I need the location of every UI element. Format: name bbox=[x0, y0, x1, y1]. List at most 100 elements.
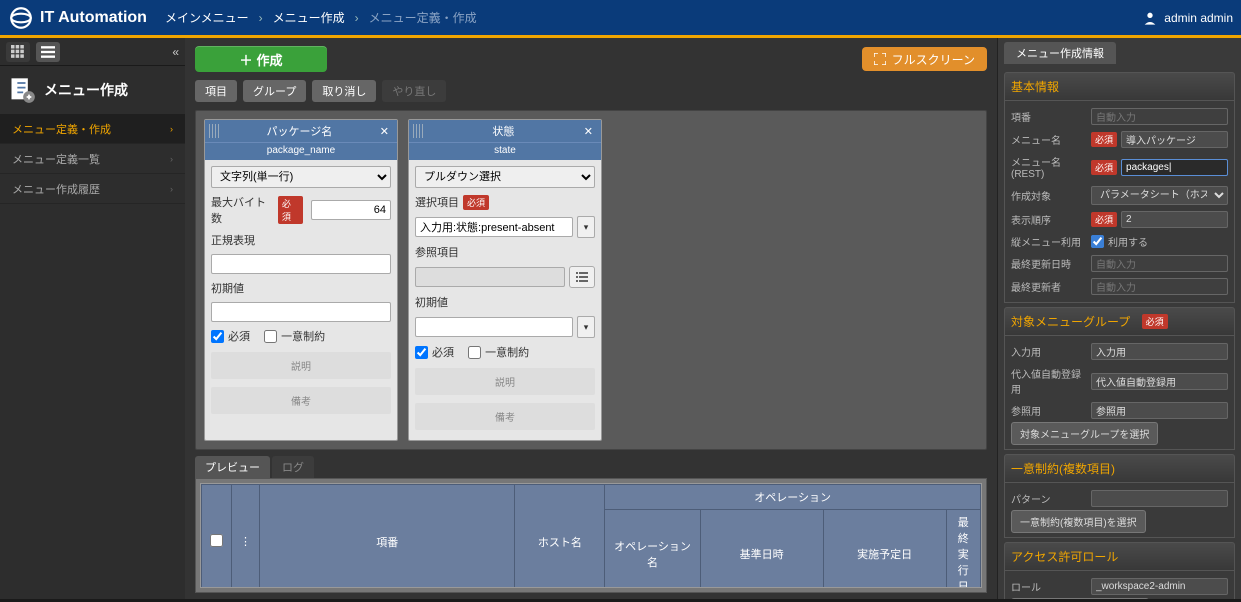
chevron-down-icon[interactable]: ▾ bbox=[577, 216, 595, 238]
undo-button[interactable]: 取り消し bbox=[312, 80, 376, 102]
section-role: アクセス許可ロール bbox=[1004, 542, 1235, 571]
vertical-checkbox[interactable] bbox=[1091, 235, 1104, 248]
col-group-operation: オペレーション bbox=[605, 485, 981, 510]
row-no-field bbox=[1091, 108, 1228, 125]
initial-label: 初期値 bbox=[415, 297, 448, 309]
list-icon bbox=[576, 271, 588, 283]
card-body: 文字列(単一行) 最大バイト数 必須 正規表現 初期値 必須 bbox=[205, 160, 397, 420]
logo: IT Automation bbox=[8, 5, 147, 31]
section-unique: 一意制約(複数項目) bbox=[1004, 454, 1235, 483]
initial-input[interactable] bbox=[211, 302, 391, 322]
right-tab[interactable]: メニュー作成情報 bbox=[1004, 42, 1116, 64]
select-item-label: 選択項目 bbox=[415, 194, 459, 210]
header-user[interactable]: admin admin bbox=[1142, 10, 1233, 26]
remarks-placeholder[interactable]: 備考 bbox=[211, 387, 391, 414]
close-icon[interactable]: ✕ bbox=[376, 125, 393, 138]
required-tag: 必須 bbox=[278, 196, 303, 224]
initial-input[interactable] bbox=[415, 317, 573, 337]
menu-name-field[interactable] bbox=[1121, 131, 1228, 148]
ref-item-input[interactable] bbox=[415, 267, 565, 287]
section-target-group: 対象メニューグループ 必須 bbox=[1004, 307, 1235, 336]
card-header[interactable]: パッケージ名 ✕ bbox=[205, 120, 397, 142]
regex-input[interactable] bbox=[211, 254, 391, 274]
group-input-field[interactable] bbox=[1091, 343, 1228, 360]
add-group-button[interactable]: グループ bbox=[243, 80, 306, 102]
view-grid-button[interactable] bbox=[6, 42, 30, 62]
role-field[interactable] bbox=[1091, 578, 1228, 595]
redo-button: やり直し bbox=[382, 80, 446, 102]
grid-icon bbox=[11, 45, 25, 59]
description-placeholder[interactable]: 説明 bbox=[415, 368, 595, 395]
document-icon bbox=[8, 76, 36, 104]
logo-icon bbox=[8, 5, 34, 31]
row-menu-header: ⋮ bbox=[232, 485, 260, 589]
view-list-button[interactable] bbox=[36, 42, 60, 62]
select-item-input[interactable] bbox=[415, 217, 573, 237]
menu-rest-field[interactable] bbox=[1121, 159, 1228, 176]
regex-label: 正規表現 bbox=[211, 235, 255, 247]
updater-field bbox=[1091, 278, 1228, 295]
sidebar-item-menu-history[interactable]: メニュー作成履歴› bbox=[0, 174, 185, 204]
col-base-date: 基準日時 bbox=[700, 510, 823, 589]
card-key: state bbox=[409, 142, 601, 160]
type-select[interactable]: 文字列(単一行) bbox=[211, 166, 391, 188]
card-key: package_name bbox=[205, 142, 397, 160]
order-field[interactable] bbox=[1121, 211, 1228, 228]
col-exec-date: 実施予定日 bbox=[823, 510, 946, 589]
form-card-state: 状態 ✕ state プルダウン選択 選択項目 必須 ▾ 参照項目 bbox=[408, 119, 602, 441]
select-unique-button[interactable]: 一意制約(複数項目)を選択 bbox=[1011, 510, 1146, 533]
select-role-button[interactable]: アクセス許可ロールを選択 bbox=[1011, 598, 1149, 599]
required-checkbox[interactable] bbox=[211, 330, 224, 343]
fullscreen-button[interactable]: フルスクリーン bbox=[862, 47, 987, 71]
right-panel: メニュー作成情報 基本情報 項番 メニュー名必須 メニュー名(REST)必須 作… bbox=[997, 38, 1241, 599]
collapse-sidebar-button[interactable]: « bbox=[172, 45, 179, 59]
max-bytes-input[interactable] bbox=[311, 200, 391, 220]
target-select[interactable]: パラメータシート（ホスト/オペレーションあ bbox=[1091, 186, 1228, 205]
chevron-down-icon[interactable]: ▾ bbox=[577, 316, 595, 338]
type-select[interactable]: プルダウン選択 bbox=[415, 166, 595, 188]
max-bytes-label: 最大バイト数 bbox=[211, 194, 274, 226]
ref-item-label: 参照項目 bbox=[415, 244, 459, 260]
ref-list-button[interactable] bbox=[569, 266, 595, 288]
required-tag: 必須 bbox=[463, 195, 489, 210]
tab-preview[interactable]: プレビュー bbox=[195, 456, 270, 478]
breadcrumb: メインメニュー › メニュー作成 › メニュー定義・作成 bbox=[165, 9, 477, 26]
tab-log[interactable]: ログ bbox=[272, 456, 314, 478]
col-row-no: 項番 bbox=[260, 485, 515, 589]
sidebar-title: メニュー作成 bbox=[0, 66, 185, 114]
preview-tabs: プレビュー ログ bbox=[185, 456, 997, 478]
unique-checkbox[interactable] bbox=[468, 346, 481, 359]
plus-icon: ＋ bbox=[239, 50, 252, 69]
drag-handle-icon[interactable] bbox=[209, 124, 219, 138]
card-body: プルダウン選択 選択項目 必須 ▾ 参照項目 bbox=[409, 160, 601, 436]
close-icon[interactable]: ✕ bbox=[580, 125, 597, 138]
sidebar-item-menu-define[interactable]: メニュー定義・作成› bbox=[0, 114, 185, 144]
sidebar-menu: メニュー定義・作成› メニュー定義一覧› メニュー作成履歴› bbox=[0, 114, 185, 204]
add-item-button[interactable]: 項目 bbox=[195, 80, 237, 102]
sidebar-view-toggles: « bbox=[0, 38, 185, 66]
unique-checkbox[interactable] bbox=[264, 330, 277, 343]
pattern-field[interactable] bbox=[1091, 490, 1228, 507]
select-target-group-button[interactable]: 対象メニューグループを選択 bbox=[1011, 422, 1158, 445]
center-panel: ＋ 作成 フルスクリーン 項目 グループ 取り消し やり直し パッケージ名 ✕ bbox=[185, 38, 997, 599]
sidebar-item-menu-list[interactable]: メニュー定義一覧› bbox=[0, 144, 185, 174]
create-button[interactable]: ＋ 作成 bbox=[195, 46, 327, 72]
select-all-header[interactable] bbox=[202, 485, 232, 589]
col-op-name: オペレーション名 bbox=[605, 510, 700, 589]
left-sidebar: « メニュー作成 メニュー定義・作成› メニュー定義一覧› メニュー作成履歴› bbox=[0, 38, 185, 599]
description-placeholder[interactable]: 説明 bbox=[211, 352, 391, 379]
bc-item[interactable]: メインメニュー bbox=[165, 9, 249, 26]
top-header: IT Automation メインメニュー › メニュー作成 › メニュー定義・… bbox=[0, 0, 1241, 38]
form-card-package-name: パッケージ名 ✕ package_name 文字列(単一行) 最大バイト数 必須… bbox=[204, 119, 398, 441]
card-header[interactable]: 状態 ✕ bbox=[409, 120, 601, 142]
updated-field bbox=[1091, 255, 1228, 272]
bc-current: メニュー定義・作成 bbox=[369, 9, 477, 26]
group-ref-field[interactable] bbox=[1091, 402, 1228, 419]
required-checkbox[interactable] bbox=[415, 346, 428, 359]
col-last-exec: 最終実行日 bbox=[946, 510, 980, 589]
drag-handle-icon[interactable] bbox=[413, 124, 423, 138]
user-icon bbox=[1142, 10, 1158, 26]
bc-item[interactable]: メニュー作成 bbox=[273, 9, 345, 26]
remarks-placeholder[interactable]: 備考 bbox=[415, 403, 595, 430]
group-subst-field[interactable] bbox=[1091, 373, 1228, 390]
